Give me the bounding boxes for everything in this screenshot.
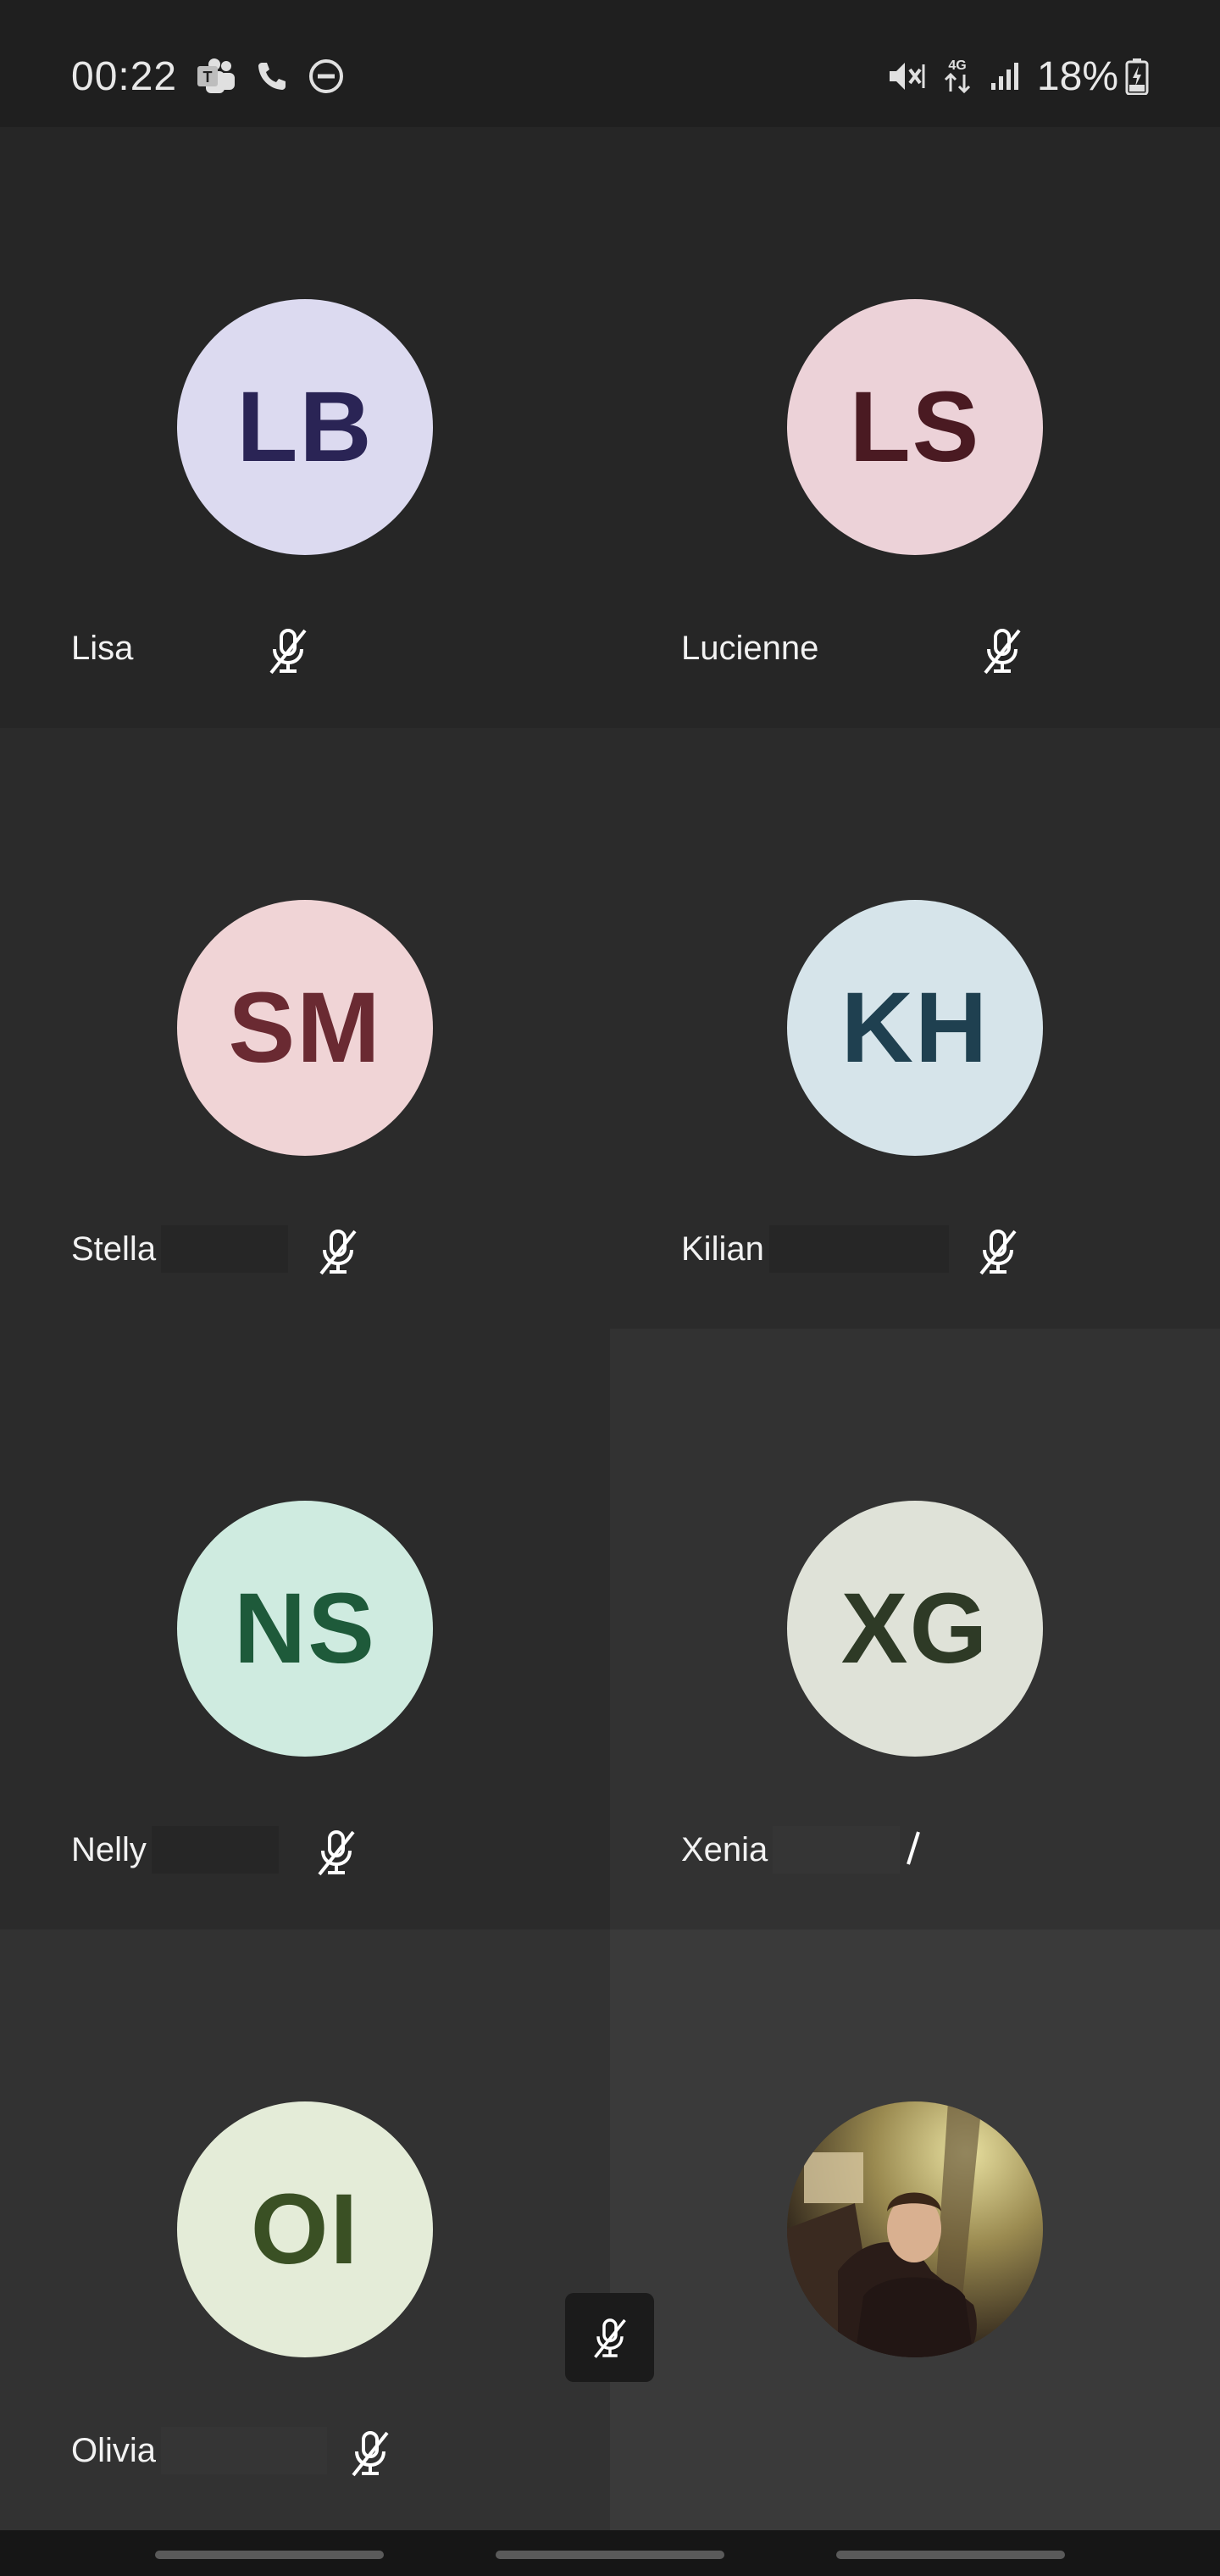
participant-name-row: Nelly — [71, 1820, 279, 1879]
participant-name: Xenia — [681, 1830, 768, 1868]
participant-grid: LB Lisa LS Lucienne SM Stella KH Kilian … — [0, 127, 1220, 2530]
mic-off-icon — [308, 1222, 368, 1281]
avatar-initials: LB — [236, 371, 374, 483]
status-bar-left: 00:22 T — [71, 51, 363, 102]
avatar-initials: NS — [234, 1573, 376, 1685]
mic-off-icon — [968, 1222, 1028, 1281]
status-time: 00:22 — [71, 53, 178, 99]
self-participant-tile[interactable] — [610, 1929, 1220, 2530]
participant-name-row: Olivia — [71, 2421, 328, 2480]
nav-handle[interactable] — [836, 2551, 1065, 2559]
mic-off-icon — [593, 2318, 626, 2358]
participant-name: Nelly — [71, 1830, 147, 1868]
status-bar: 00:22 T 4G 18% — [0, 0, 1220, 127]
svg-text:4G: 4G — [948, 58, 966, 73]
signal-bars-icon — [988, 59, 1022, 93]
nav-handle[interactable] — [496, 2551, 724, 2559]
avatar: OI — [177, 2101, 433, 2357]
participant-name-row: Xenia — [681, 1820, 922, 1879]
phone-call-icon — [255, 59, 289, 93]
participant-name: Lucienne — [681, 629, 819, 667]
participant-tile[interactable]: LS Lucienne — [610, 127, 1220, 728]
status-bar-right: 4G 18% — [886, 51, 1149, 102]
avatar-initials: XG — [840, 1573, 990, 1685]
participant-name-row: Kilian — [681, 1219, 949, 1279]
navigation-bar — [0, 2530, 1220, 2576]
do-not-disturb-icon — [308, 58, 345, 95]
mute-toggle-button[interactable] — [565, 2293, 654, 2382]
mic-off-icon — [258, 621, 318, 680]
participant-tile[interactable]: LB Lisa — [0, 127, 610, 728]
profile-photo — [787, 2101, 1043, 2357]
profile-photo-image — [787, 2101, 1043, 2357]
mic-off-icon — [973, 621, 1032, 680]
svg-text:T: T — [203, 69, 213, 86]
participant-tile[interactable]: KH Kilian — [610, 728, 1220, 1329]
nav-handle[interactable] — [155, 2551, 384, 2559]
teams-call-screen: 00:22 T 4G 18% LB Lisa LS Lucienne SM St… — [0, 0, 1220, 2576]
avatar: SM — [177, 900, 433, 1156]
avatar: LB — [177, 299, 433, 555]
avatar-initials: SM — [228, 972, 382, 1084]
avatar-initials: KH — [840, 972, 990, 1084]
participant-tile[interactable]: NS Nelly — [0, 1329, 610, 1929]
avatar: KH — [787, 900, 1043, 1156]
avatar-initials: LS — [849, 371, 981, 483]
participant-name-row: Lucienne — [681, 619, 818, 678]
participant-name: Olivia — [71, 2431, 157, 2469]
teams-icon: T — [196, 58, 236, 95]
redacted-surname — [151, 1826, 279, 1874]
participant-tile[interactable]: OI Olivia — [0, 1929, 610, 2530]
4g-data-icon: 4G — [942, 56, 973, 97]
participant-name: Kilian — [681, 1230, 764, 1268]
redacted-surname — [161, 1225, 289, 1273]
battery-percent: 18% — [1036, 53, 1118, 99]
speaking-indicator-icon — [905, 1827, 922, 1874]
vibrate-mute-icon — [886, 58, 927, 95]
redacted-surname — [161, 2427, 328, 2474]
avatar: LS — [787, 299, 1043, 555]
participant-name-row: Lisa — [71, 619, 133, 678]
redacted-surname — [773, 1826, 901, 1874]
avatar-initials: OI — [250, 2174, 360, 2285]
mic-off-icon — [341, 2423, 400, 2483]
battery-charging-icon — [1125, 58, 1149, 95]
participant-name-row: Stella — [71, 1219, 289, 1279]
participant-tile[interactable]: XG Xenia — [610, 1329, 1220, 1929]
participant-name: Lisa — [71, 629, 134, 667]
mic-off-icon — [307, 1823, 366, 1882]
participant-tile[interactable]: SM Stella — [0, 728, 610, 1329]
participant-name: Stella — [71, 1230, 157, 1268]
redacted-surname — [768, 1225, 949, 1273]
avatar: XG — [787, 1501, 1043, 1757]
avatar: NS — [177, 1501, 433, 1757]
